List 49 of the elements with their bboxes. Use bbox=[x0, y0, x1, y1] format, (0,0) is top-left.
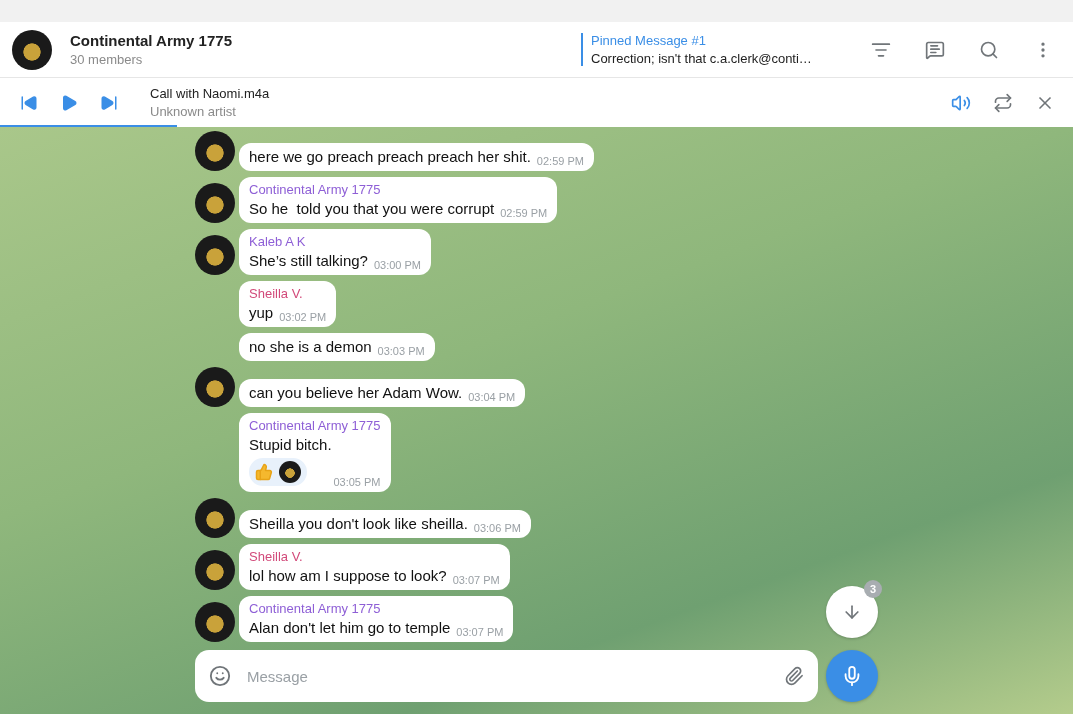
thumbs-up-icon bbox=[255, 463, 273, 481]
reactor-avatar bbox=[279, 461, 301, 483]
message-text: yup bbox=[249, 304, 274, 321]
message-text: Stupid bitch. bbox=[249, 436, 333, 453]
sender-avatar[interactable] bbox=[195, 602, 235, 642]
track-title: Call with Naomi.m4a bbox=[150, 86, 271, 101]
group-avatar[interactable] bbox=[12, 29, 52, 70]
sender-avatar[interactable] bbox=[195, 183, 235, 223]
emoji-icon[interactable] bbox=[209, 665, 231, 687]
sender-name[interactable]: Continental Army 1775 bbox=[249, 418, 381, 433]
microphone-button[interactable] bbox=[826, 650, 878, 702]
attach-icon[interactable] bbox=[784, 666, 804, 686]
message-time: 03:02 PM bbox=[279, 311, 327, 323]
chat-title: Continental Army 1775 bbox=[70, 32, 233, 49]
message-text: Alan don't let him go to temple bbox=[249, 619, 451, 636]
track-artist: Unknown artist bbox=[150, 104, 237, 119]
message-time: 03:07 PM bbox=[456, 626, 504, 638]
pinned-message[interactable]: Pinned Message #1 Correction; isn't that c.a.clerk@conti… bbox=[581, 33, 839, 66]
sender-avatar[interactable] bbox=[195, 498, 235, 538]
message-field[interactable]: Message bbox=[245, 666, 770, 686]
sender-name[interactable]: Sheilla V. bbox=[249, 286, 327, 301]
message-time: 03:06 PM bbox=[473, 522, 521, 534]
sender-name[interactable]: Continental Army 1775 bbox=[249, 601, 504, 616]
sender-name[interactable]: Sheilla V. bbox=[249, 549, 500, 564]
message-text: here we go preach preach preach her shit. bbox=[249, 148, 531, 165]
sender-avatar[interactable] bbox=[195, 550, 235, 590]
message-text: She’s still talking? bbox=[249, 252, 368, 269]
message-text: no she is a demon bbox=[249, 338, 372, 355]
message-time: 02:59 PM bbox=[536, 155, 584, 167]
sender-avatar[interactable] bbox=[195, 367, 235, 407]
message-text: lol how am I suppose to look? bbox=[249, 567, 447, 584]
message-text: Sheilla you don't look like sheilla. bbox=[249, 515, 468, 532]
reaction[interactable] bbox=[249, 458, 307, 486]
message-composer[interactable]: Message bbox=[195, 650, 818, 702]
message-time: 03:05 PM bbox=[333, 476, 381, 488]
member-count: 30 members bbox=[70, 52, 144, 67]
message-text: So he told you that you were corrupt bbox=[249, 200, 495, 217]
message-time: 03:03 PM bbox=[377, 345, 425, 357]
message-time: 03:04 PM bbox=[468, 391, 516, 403]
sender-name[interactable]: Kaleb A K bbox=[249, 234, 422, 249]
message-time: 03:00 PM bbox=[373, 259, 422, 271]
sender-avatar[interactable] bbox=[195, 131, 235, 171]
scroll-down-button[interactable] bbox=[826, 586, 878, 638]
sender-name[interactable]: Continental Army 1775 bbox=[249, 182, 548, 197]
message-time: 02:59 PM bbox=[500, 207, 548, 219]
sender-avatar[interactable] bbox=[195, 235, 235, 275]
message-time: 03:07 PM bbox=[452, 574, 500, 586]
unread-badge: 3 bbox=[864, 580, 882, 598]
message-text: can you believe her Adam Wow. bbox=[249, 384, 463, 401]
